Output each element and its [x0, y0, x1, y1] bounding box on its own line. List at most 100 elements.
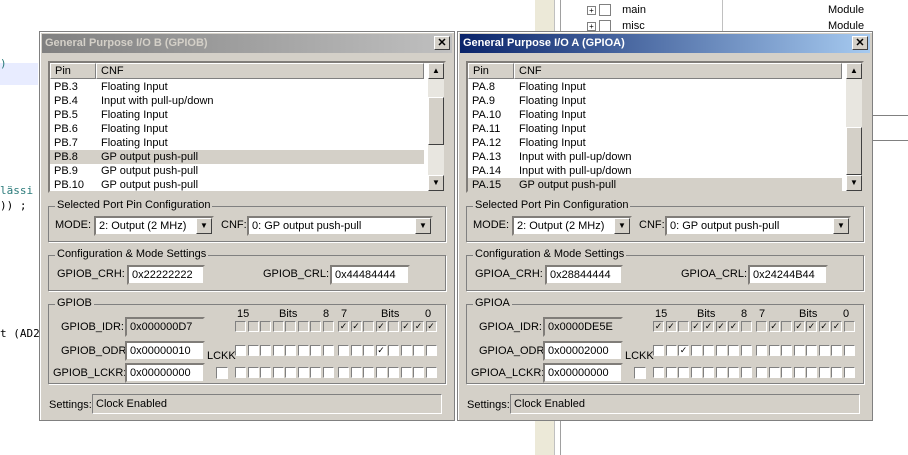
lckr-bit[interactable] — [831, 367, 842, 378]
pin-row[interactable]: PA.14 Input with pull-up/down — [468, 164, 842, 178]
tree-item-main[interactable]: + main — [587, 4, 646, 17]
odr-bit[interactable] — [690, 345, 702, 356]
chevron-down-icon[interactable]: ▼ — [415, 218, 431, 234]
cnf-select[interactable]: 0: GP output push-pull ▼ — [247, 216, 433, 236]
lckr-bit[interactable] — [375, 367, 387, 378]
pin-row[interactable]: PB.3 Floating Input — [50, 80, 424, 94]
odr-bit[interactable] — [831, 345, 842, 356]
odr-bit[interactable] — [413, 345, 424, 356]
lckr-bit[interactable] — [235, 367, 246, 378]
lckr-bit[interactable] — [756, 367, 767, 378]
lckr-bit[interactable] — [388, 367, 399, 378]
pin-row[interactable]: PB.9 GP output push-pull — [50, 164, 424, 178]
odr-bit[interactable] — [350, 345, 362, 356]
odr-bit[interactable] — [781, 345, 792, 356]
pin-row[interactable]: PB.5 Floating Input — [50, 108, 424, 122]
lckr-bit[interactable] — [740, 367, 752, 378]
odr-bit[interactable] — [400, 345, 412, 356]
odr-bit[interactable] — [818, 345, 830, 356]
pin-row[interactable]: PB.10 GP output push-pull — [50, 178, 424, 191]
pin-row[interactable]: PB.4 Input with pull-up/down — [50, 94, 424, 108]
pin-row[interactable]: PB.6 Floating Input — [50, 122, 424, 136]
odr-bit[interactable] — [653, 345, 664, 356]
mode-select[interactable]: 2: Output (2 MHz) ▼ — [94, 216, 214, 236]
odr-bit[interactable]: ✓ — [375, 345, 387, 356]
lckr-bit[interactable] — [843, 367, 855, 378]
lckr-bit[interactable] — [715, 367, 727, 378]
pin-row[interactable]: PA.11 Floating Input — [468, 122, 842, 136]
cnf-select[interactable]: 0: GP output push-pull ▼ — [665, 216, 851, 236]
lckr-bit[interactable] — [260, 367, 271, 378]
pin-row[interactable]: PA.9 Floating Input — [468, 94, 842, 108]
crh-field[interactable]: 0x28844444 — [545, 265, 623, 285]
odr-bit[interactable] — [740, 345, 752, 356]
scroll-down-button[interactable]: ▼ — [846, 175, 862, 191]
expand-icon[interactable]: + — [587, 6, 596, 15]
lckr-bit[interactable] — [310, 367, 321, 378]
column-header-cnf[interactable]: CNF — [514, 63, 842, 79]
scroll-thumb[interactable] — [428, 97, 444, 145]
scroll-up-button[interactable]: ▲ — [846, 63, 862, 79]
lckr-bit[interactable] — [413, 367, 424, 378]
lckr-bit[interactable] — [665, 367, 677, 378]
column-header-pin[interactable]: Pin — [50, 63, 96, 79]
odr-bit[interactable] — [665, 345, 677, 356]
lckr-field[interactable]: 0x00000000 — [125, 363, 205, 383]
scroll-down-button[interactable]: ▼ — [428, 175, 444, 191]
lckk-checkbox[interactable] — [216, 367, 228, 379]
chevron-down-icon[interactable]: ▼ — [833, 218, 849, 234]
pin-row[interactable]: PB.8 GP output push-pull — [50, 150, 424, 164]
crl-field[interactable]: 0x44484444 — [330, 265, 410, 285]
odr-bit[interactable] — [338, 345, 349, 356]
lckr-bit[interactable] — [338, 367, 349, 378]
odr-bit[interactable] — [285, 345, 296, 356]
column-header-pin[interactable]: Pin — [468, 63, 514, 79]
odr-bit[interactable] — [843, 345, 855, 356]
odr-bit[interactable] — [297, 345, 309, 356]
odr-bit[interactable] — [260, 345, 271, 356]
odr-bit[interactable] — [715, 345, 727, 356]
lckr-bit[interactable] — [363, 367, 374, 378]
odr-bit[interactable] — [322, 345, 334, 356]
odr-bit[interactable] — [703, 345, 714, 356]
scroll-thumb[interactable] — [846, 127, 862, 175]
chevron-down-icon[interactable]: ▼ — [196, 218, 212, 234]
lckr-bit[interactable] — [653, 367, 664, 378]
odr-bit[interactable] — [806, 345, 817, 356]
scroll-up-button[interactable]: ▲ — [428, 63, 444, 79]
lckr-bit[interactable] — [400, 367, 412, 378]
lckk-checkbox[interactable] — [634, 367, 646, 379]
list-scrollbar[interactable]: ▲ ▼ — [428, 63, 444, 191]
pin-list[interactable]: Pin CNF PB.3 Floating Input PB.4 Input w… — [48, 61, 446, 193]
pin-row[interactable]: PA.10 Floating Input — [468, 108, 842, 122]
dialog-titlebar[interactable]: General Purpose I/O B (GPIOB) ✕ — [42, 34, 452, 53]
lckr-bit[interactable] — [425, 367, 437, 378]
chevron-down-icon[interactable]: ▼ — [614, 218, 630, 234]
lckr-bit[interactable] — [728, 367, 739, 378]
lckr-field[interactable]: 0x00000000 — [543, 363, 623, 383]
lckr-bit[interactable] — [272, 367, 284, 378]
lckr-bit[interactable] — [678, 367, 689, 378]
lckr-bit[interactable] — [297, 367, 309, 378]
lckr-bit[interactable] — [793, 367, 805, 378]
list-scrollbar[interactable]: ▲ ▼ — [846, 63, 862, 191]
odr-bit[interactable] — [310, 345, 321, 356]
lckr-bit[interactable] — [322, 367, 334, 378]
lckr-bit[interactable] — [806, 367, 817, 378]
crl-field[interactable]: 0x24244B44 — [748, 265, 828, 285]
pin-row[interactable]: PA.8 Floating Input — [468, 80, 842, 94]
odr-bit[interactable] — [272, 345, 284, 356]
lckr-bit[interactable] — [818, 367, 830, 378]
lckr-bit[interactable] — [703, 367, 714, 378]
lckr-bit[interactable] — [285, 367, 296, 378]
odr-bit[interactable] — [388, 345, 399, 356]
dialog-titlebar[interactable]: General Purpose I/O A (GPIOA) ✕ — [460, 34, 870, 53]
odr-bit[interactable] — [425, 345, 437, 356]
odr-field[interactable]: 0x00002000 — [543, 341, 623, 361]
close-button[interactable]: ✕ — [852, 36, 868, 50]
pin-row[interactable]: PA.15 GP output push-pull — [468, 178, 842, 191]
pin-row[interactable]: PA.12 Floating Input — [468, 136, 842, 150]
odr-bit[interactable] — [793, 345, 805, 356]
column-header-cnf[interactable]: CNF — [96, 63, 424, 79]
pin-row[interactable]: PB.7 Floating Input — [50, 136, 424, 150]
